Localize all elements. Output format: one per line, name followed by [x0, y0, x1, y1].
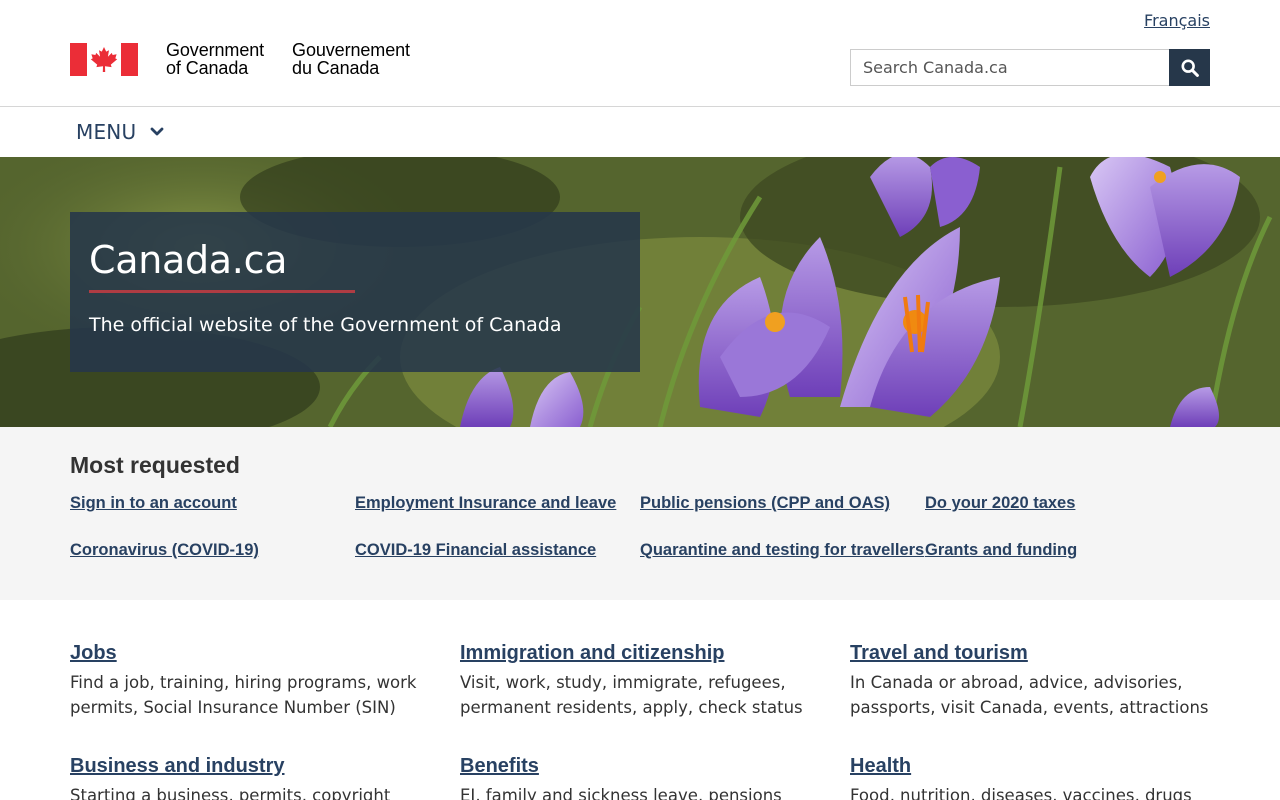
language-toggle-link[interactable]: Français — [1144, 11, 1210, 30]
canada-flag-icon — [70, 43, 138, 76]
signature-en-line2: of Canada — [166, 58, 249, 78]
topic-title-link[interactable]: Immigration and citizenship — [460, 642, 820, 665]
topic-jobs: Jobs Find a job, training, hiring progra… — [70, 642, 430, 720]
topic-description: EI, family and sickness leave, pensions — [460, 786, 782, 800]
signature-fr-line2: du Canada — [292, 58, 380, 78]
menu-button[interactable]: MENU — [76, 120, 164, 144]
topic-description: Visit, work, study, immigrate, refugees,… — [460, 673, 803, 717]
topic-travel: Travel and tourism In Canada or abroad, … — [850, 642, 1210, 720]
topic-immigration: Immigration and citizenship Visit, work,… — [460, 642, 820, 720]
hero-title: Canada.ca — [89, 238, 288, 282]
topic-title-link[interactable]: Travel and tourism — [850, 642, 1210, 665]
signature-fr-line1: Gouvernement — [292, 40, 410, 60]
topic-title-link[interactable]: Jobs — [70, 642, 430, 665]
most-requested-link[interactable]: Public pensions (CPP and OAS) — [640, 494, 890, 513]
most-requested-link[interactable]: Employment Insurance and leave — [355, 494, 616, 513]
chevron-down-icon — [150, 127, 164, 136]
most-requested-title: Most requested — [70, 452, 240, 478]
most-requested-section: Most requested Sign in to an account Emp… — [0, 427, 1280, 600]
topic-title-link[interactable]: Benefits — [460, 755, 820, 778]
search-button[interactable] — [1169, 49, 1210, 86]
topic-description: Find a job, training, hiring programs, w… — [70, 673, 417, 717]
search-icon — [1180, 58, 1199, 77]
topic-description: Starting a business, permits, copyright — [70, 786, 391, 800]
hero-subtitle: The official website of the Government o… — [89, 314, 562, 336]
menu-label: MENU — [76, 120, 137, 144]
most-requested-link[interactable]: Coronavirus (COVID-19) — [70, 541, 259, 560]
most-requested-link[interactable]: Sign in to an account — [70, 494, 237, 513]
topic-title-link[interactable]: Health — [850, 755, 1210, 778]
topic-description: In Canada or abroad, advice, advisories,… — [850, 673, 1209, 717]
most-requested-link[interactable]: Grants and funding — [925, 541, 1077, 560]
site-header: Français Government of Canada Gouverneme… — [0, 0, 1280, 107]
topic-description: Food, nutrition, diseases, vaccines, dru… — [850, 786, 1192, 800]
topic-title-link[interactable]: Business and industry — [70, 755, 430, 778]
most-requested-link[interactable]: Quarantine and testing for travellers — [640, 541, 924, 560]
most-requested-link[interactable]: COVID-19 Financial assistance — [355, 541, 596, 560]
government-signature[interactable]: Government of Canada Gouvernement du Can… — [70, 41, 410, 77]
menu-bar: MENU — [0, 107, 1280, 157]
hero-panel: Canada.ca The official website of the Go… — [70, 212, 640, 372]
topic-health: Health Food, nutrition, diseases, vaccin… — [850, 755, 1210, 800]
most-requested-link[interactable]: Do your 2020 taxes — [925, 494, 1075, 513]
signature-english: Government of Canada — [166, 41, 264, 77]
hero-banner: Canada.ca The official website of the Go… — [0, 157, 1280, 427]
hero-title-underline — [89, 290, 355, 293]
signature-french: Gouvernement du Canada — [292, 41, 410, 77]
topic-business: Business and industry Starting a busines… — [70, 755, 430, 800]
signature-en-line1: Government — [166, 40, 265, 60]
search-input[interactable]: Search Canada.ca — [850, 49, 1170, 86]
topic-benefits: Benefits EI, family and sickness leave, … — [460, 755, 820, 800]
